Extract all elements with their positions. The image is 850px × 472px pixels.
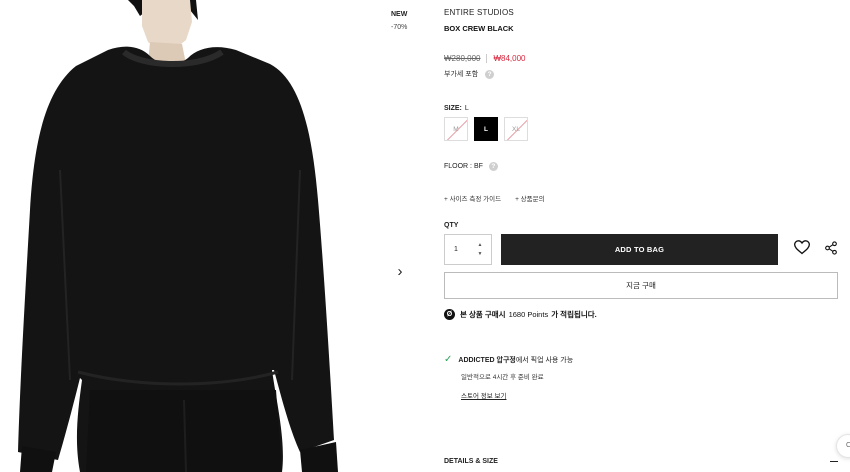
sale-price: ₩84,000 [493, 54, 526, 63]
discount-badge: -70% [391, 24, 408, 31]
add-to-bag-button[interactable]: ADD TO BAG [501, 234, 778, 265]
info-links: + 사이즈 측정 가이드 + 상품문의 [444, 193, 545, 203]
floor-label: FLOOR : BF [444, 163, 483, 170]
pickup-availability: 에서 픽업 사용 가능 [515, 357, 574, 364]
pickup-store-name: ADDICTED 압구정 [458, 357, 516, 364]
quantity-arrows: ▲ ▼ [473, 242, 487, 257]
original-price: ₩280,000 [444, 54, 481, 63]
buy-now-button[interactable]: 지금 구매 [444, 272, 838, 299]
size-options: M L XL [444, 117, 528, 141]
floor-info: FLOOR : BF ? [444, 162, 498, 171]
selected-size-value: L [464, 105, 469, 112]
price-row: ₩280,000 ₩84,000 [444, 54, 526, 63]
share-icon[interactable] [824, 241, 838, 257]
product-inquiry-link[interactable]: + 상품문의 [515, 193, 545, 203]
vat-note-text: 부가세 포함 [444, 71, 479, 78]
size-option-l[interactable]: L [474, 117, 498, 141]
floor-help-icon[interactable]: ? [488, 162, 498, 171]
product-badges: NEW -70% [391, 8, 407, 34]
points-value: 1680 Points [508, 310, 549, 319]
quantity-stepper[interactable]: 1 ▲ ▼ [444, 234, 492, 265]
points-notice: Ø 본 상품 구매시 1680 Points 가 적립됩니다. [444, 309, 597, 320]
store-info-link[interactable]: 스토어 정보 보기 [461, 390, 506, 400]
product-title: BOX CREW BLACK [444, 24, 514, 33]
size-label: SIZE: L [444, 105, 469, 112]
details-size-accordion[interactable]: DETAILS & SIZE [444, 458, 838, 465]
quantity-down-icon[interactable]: ▼ [478, 251, 483, 257]
size-guide-link[interactable]: + 사이즈 측정 가이드 [444, 193, 501, 203]
brand-name[interactable]: ENTIRE STUDIOS [444, 8, 514, 17]
heart-icon[interactable] [793, 240, 811, 258]
size-label-text: SIZE: [444, 105, 462, 112]
quantity-value[interactable]: 1 [445, 246, 473, 253]
price-divider [486, 54, 488, 63]
points-suffix: 가 적립됩니다. [551, 310, 597, 319]
quantity-up-icon[interactable]: ▲ [478, 242, 483, 248]
chat-button[interactable]: C [836, 434, 850, 458]
collapse-icon[interactable] [830, 461, 838, 462]
gallery-next-arrow[interactable]: › [393, 264, 407, 280]
points-icon: Ø [444, 309, 455, 320]
help-icon[interactable]: ? [485, 69, 495, 79]
new-badge: NEW [391, 11, 408, 18]
size-option-xl[interactable]: XL [504, 117, 528, 141]
size-option-m[interactable]: M [444, 117, 468, 141]
pickup-ready-time: 일반적으로 4시간 후 준비 완료 [461, 374, 544, 381]
check-icon: ✓ [444, 354, 453, 365]
product-image [0, 0, 380, 472]
details-size-label: DETAILS & SIZE [444, 458, 498, 465]
store-pickup: ✓ ADDICTED 압구정 에서 픽업 사용 가능 [444, 355, 573, 365]
qty-label: QTY [444, 222, 459, 229]
vat-note: 부가세 포함 ? [444, 69, 495, 79]
points-prefix: 본 상품 구매시 [460, 310, 506, 319]
